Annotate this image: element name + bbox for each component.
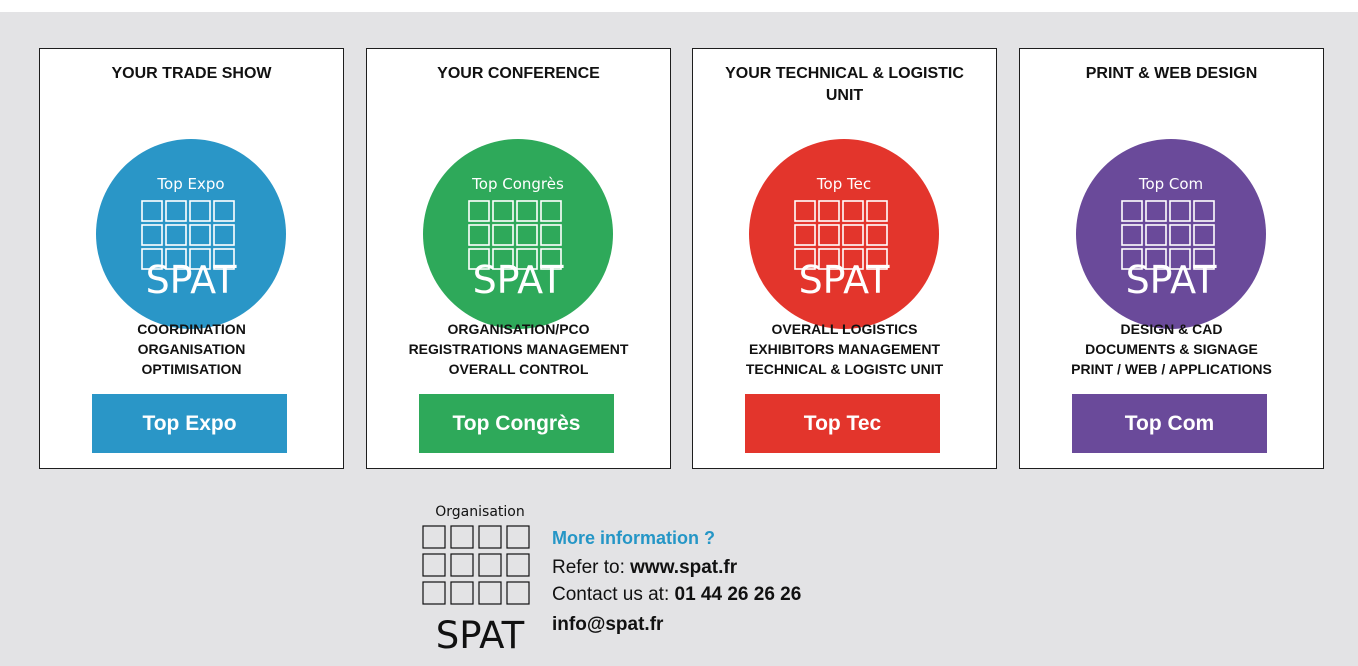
card-technical-unit: YOUR TECHNICAL & LOGISTIC UNIT Top Tec S… <box>692 48 997 469</box>
top-com-logo: Top Com SPAT <box>1076 139 1266 329</box>
logo-name: Top Expo <box>156 175 224 193</box>
card-title: PRINT & WEB DESIGN <box>1085 65 1258 82</box>
feature-item: EXHIBITORS MANAGEMENT <box>748 341 941 357</box>
logo-brand: SPAT <box>1126 258 1218 302</box>
feature-item: OVERALL LOGISTICS <box>771 321 918 337</box>
more-info-title: More information ? <box>552 528 715 548</box>
grid-square <box>450 581 474 605</box>
email-link[interactable]: info@spat.fr <box>552 614 663 635</box>
grid-square <box>450 525 474 549</box>
grid-square <box>506 525 530 549</box>
spat-organisation-logo: Organisation SPAT <box>422 504 530 657</box>
phone-number: 01 44 26 26 26 <box>674 584 802 605</box>
feature-item: DOCUMENTS & SIGNAGE <box>1085 341 1258 357</box>
feature-item: DESIGN & CAD <box>1120 321 1223 337</box>
feature-list: DESIGN & CAD DOCUMENTS & SIGNAGE PRINT /… <box>1020 319 1323 379</box>
logo-caption: Organisation <box>435 504 524 520</box>
grid-square <box>506 581 530 605</box>
feature-item: OVERALL CONTROL <box>448 361 589 377</box>
grid-square <box>478 581 502 605</box>
logo-grid <box>422 525 530 605</box>
feature-item: ORGANISATION <box>137 341 246 357</box>
top-com-button[interactable]: Top Com <box>1072 394 1267 453</box>
grid-square <box>478 525 502 549</box>
grid-square <box>506 553 530 577</box>
card-conference: YOUR CONFERENCE Top Congrès SPAT ORGANIS… <box>366 48 671 469</box>
logo-name: Top Congrès <box>471 175 564 193</box>
grid-square <box>422 525 446 549</box>
top-congres-button[interactable]: Top Congrès <box>419 394 614 453</box>
card-print-web-design: PRINT & WEB DESIGN Top Com SPAT DESIGN &… <box>1019 48 1324 469</box>
top-congres-logo: Top Congrès SPAT <box>423 139 613 329</box>
email-line: info@spat.fr <box>552 614 663 636</box>
logo-brand: SPAT <box>146 258 238 302</box>
top-tec-logo: Top Tec SPAT <box>749 139 939 329</box>
feature-item: REGISTRATIONS MANAGEMENT <box>408 341 629 357</box>
card-title: YOUR CONFERENCE <box>437 65 600 82</box>
card-trade-show: YOUR TRADE SHOW Top Expo SPAT COORDINATI… <box>39 48 344 469</box>
grid-square <box>478 553 502 577</box>
feature-item: OPTIMISATION <box>141 361 242 377</box>
grid-square <box>450 553 474 577</box>
logo-name: Top Tec <box>816 175 871 193</box>
logo-brand: SPAT <box>473 258 565 302</box>
logo-brand: SPAT <box>436 614 525 657</box>
feature-item: PRINT / WEB / APPLICATIONS <box>1071 361 1272 377</box>
contact-line: Contact us at: 01 44 26 26 26 <box>552 584 801 606</box>
top-expo-button[interactable]: Top Expo <box>92 394 287 453</box>
feature-item: TECHNICAL & LOGISTC UNIT <box>745 361 944 377</box>
grid-square <box>422 553 446 577</box>
card-title: YOUR TRADE SHOW <box>111 65 272 82</box>
contact-label: Contact us at: <box>552 584 675 605</box>
website-link[interactable]: www.spat.fr <box>630 557 737 578</box>
feature-list: ORGANISATION/PCO REGISTRATIONS MANAGEMEN… <box>367 319 670 379</box>
feature-list: COORDINATION ORGANISATION OPTIMISATION <box>40 319 343 379</box>
logo-brand: SPAT <box>799 258 891 302</box>
top-tec-button[interactable]: Top Tec <box>745 394 940 453</box>
feature-item: COORDINATION <box>137 321 246 337</box>
grid-square <box>422 581 446 605</box>
top-expo-logo: Top Expo SPAT <box>96 139 286 329</box>
feature-item: ORGANISATION/PCO <box>447 321 590 337</box>
website-line: Refer to: www.spat.fr <box>552 557 737 579</box>
card-title: YOUR TECHNICAL & LOGISTIC UNIT <box>725 65 964 104</box>
feature-list: OVERALL LOGISTICS EXHIBITORS MANAGEMENT … <box>693 319 996 379</box>
logo-name: Top Com <box>1138 175 1203 193</box>
refer-label: Refer to: <box>552 557 631 578</box>
